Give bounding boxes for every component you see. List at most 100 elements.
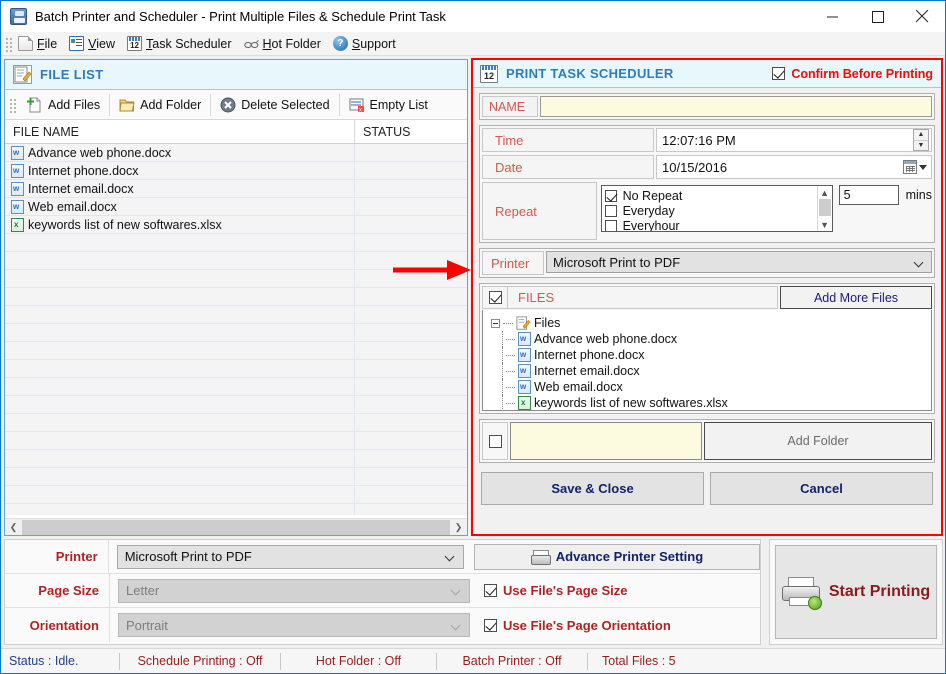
help-icon: ?	[333, 36, 348, 51]
repeat-option-no-repeat[interactable]: No Repeat	[605, 188, 817, 203]
cancel-button[interactable]: Cancel	[710, 472, 933, 505]
column-header-file-name[interactable]: FILE NAME	[5, 120, 355, 143]
file-icon	[18, 36, 33, 51]
file-toolbar-grip[interactable]	[8, 97, 16, 113]
files-tree-item[interactable]: keywords list of new softwares.xlsx	[491, 395, 931, 411]
files-section-checkbox-wrap[interactable]	[482, 286, 508, 309]
folder-section-checkbox[interactable]	[489, 435, 502, 448]
start-printing-button[interactable]: Start Printing	[775, 545, 937, 639]
add-files-button[interactable]: Add Files	[18, 91, 109, 119]
repeat-options-list[interactable]: No Repeat Everyday Everyhour	[601, 185, 833, 232]
confirm-checkbox-box[interactable]	[772, 67, 785, 80]
add-folder-button[interactable]: Add Folder	[704, 422, 932, 460]
minimize-icon[interactable]	[810, 1, 855, 32]
scroll-right-icon[interactable]: ❯	[450, 519, 467, 536]
spinner-up-icon[interactable]: ▲	[914, 130, 928, 141]
repeat-option-everyday[interactable]: Everyday	[605, 203, 817, 218]
date-field[interactable]: 10/15/2016	[656, 155, 932, 179]
time-field[interactable]: 12:07:16 PM ▲ ▼	[656, 128, 932, 152]
repeat-interval-input[interactable]: 5	[839, 185, 899, 205]
settings-page-size-select[interactable]: Letter	[118, 579, 470, 603]
menu-item-task-scheduler[interactable]: 12 Task Scheduler	[123, 33, 239, 55]
table-row[interactable]: Advance web phone.docx	[5, 144, 467, 162]
use-file-page-size-box[interactable]	[484, 584, 497, 597]
save-and-close-button[interactable]: Save & Close	[481, 472, 704, 505]
repeat-row: Repeat No Repeat Everyday	[482, 182, 932, 240]
files-tree-item[interactable]: Web email.docx	[491, 379, 931, 395]
table-row[interactable]: keywords list of new softwares.xlsx	[5, 216, 467, 234]
calendar-picker-icon	[903, 160, 917, 174]
row-file-name-cell: Internet email.docx	[5, 180, 355, 198]
empty-list-button[interactable]: x Empty List	[340, 91, 437, 119]
files-tree-item[interactable]: Internet email.docx	[491, 363, 931, 379]
add-file-icon	[27, 97, 43, 113]
scroll-down-icon[interactable]: ▼	[818, 218, 832, 231]
settings-orientation-select[interactable]: Portrait	[118, 613, 470, 637]
use-file-page-orientation-box[interactable]	[484, 619, 497, 632]
bottom-settings-area: Printer Microsoft Print to PDF Advance P…	[4, 539, 943, 647]
use-file-page-size-checkbox[interactable]: Use File's Page Size	[484, 583, 627, 598]
files-tree-item[interactable]: Internet phone.docx	[491, 347, 931, 363]
files-section-checkbox[interactable]	[489, 291, 502, 304]
menu-item-file[interactable]: File	[14, 33, 65, 55]
date-picker-button[interactable]	[903, 160, 927, 174]
time-spinner[interactable]: ▲ ▼	[913, 129, 929, 151]
table-row-empty	[5, 288, 467, 306]
menu-item-hot-folder[interactable]: Hot Folder	[240, 33, 329, 55]
files-tree-item-label: keywords list of new softwares.xlsx	[534, 396, 728, 410]
scheduler-body: NAME Time 12:07:16 PM ▲ ▼	[473, 88, 941, 505]
row-file-name: Web email.docx	[28, 200, 117, 214]
folder-section-checkbox-wrap[interactable]	[482, 422, 508, 460]
settings-printer-row: Printer Microsoft Print to PDF Advance P…	[5, 540, 760, 574]
window-controls	[810, 1, 945, 32]
repeat-everyday-checkbox[interactable]	[605, 205, 617, 217]
file-list-title: FILE LIST	[40, 67, 104, 82]
repeat-everyday-label: Everyday	[623, 204, 675, 218]
table-row[interactable]: Internet phone.docx	[5, 162, 467, 180]
column-header-status[interactable]: STATUS	[355, 120, 467, 143]
folder-path-input[interactable]	[510, 422, 702, 460]
settings-printer-select[interactable]: Microsoft Print to PDF	[117, 545, 464, 569]
horizontal-scrollbar[interactable]: ❮ ❯	[5, 518, 467, 535]
menu-item-hot-folder-label: Hot Folder	[263, 37, 321, 51]
start-printing-label: Start Printing	[829, 583, 930, 601]
chevron-down-icon	[915, 258, 924, 267]
toolbar-grip[interactable]	[4, 36, 12, 52]
files-tree-item[interactable]: Advance web phone.docx	[491, 331, 931, 347]
scheduler-printer-select[interactable]: Microsoft Print to PDF	[546, 251, 932, 273]
table-row[interactable]: Web email.docx	[5, 198, 467, 216]
menu-item-support[interactable]: ? Support	[329, 33, 404, 55]
row-status-cell	[355, 144, 467, 162]
add-more-files-button[interactable]: Add More Files	[780, 286, 932, 309]
repeat-option-everyhour[interactable]: Everyhour	[605, 218, 817, 232]
delete-selected-button[interactable]: Delete Selected	[211, 91, 338, 119]
menu-item-view[interactable]: View	[65, 33, 123, 55]
settings-page-size-label: Page Size	[5, 583, 109, 598]
confirm-before-printing-checkbox[interactable]: Confirm Before Printing	[772, 67, 933, 81]
repeat-everyhour-checkbox[interactable]	[605, 220, 617, 232]
file-list-header: FILE LIST	[5, 60, 467, 90]
repeat-no-repeat-checkbox[interactable]	[605, 190, 617, 202]
excel-doc-icon	[518, 396, 531, 410]
task-name-input[interactable]	[540, 96, 932, 117]
scroll-up-icon[interactable]: ▲	[818, 186, 832, 199]
use-file-page-orientation-checkbox[interactable]: Use File's Page Orientation	[484, 618, 671, 633]
settings-orientation-value: Portrait	[126, 618, 168, 633]
scrollbar-thumb[interactable]	[819, 199, 831, 216]
advance-printer-setting-button[interactable]: Advance Printer Setting	[474, 544, 760, 570]
files-tree-root[interactable]: Files	[491, 315, 931, 331]
repeat-list-scrollbar[interactable]: ▲ ▼	[817, 186, 832, 231]
table-row[interactable]: Internet email.docx	[5, 180, 467, 198]
repeat-options-items: No Repeat Everyday Everyhour	[602, 186, 817, 231]
files-tree-item-label: Web email.docx	[534, 380, 623, 394]
add-folder-button[interactable]: Add Folder	[110, 91, 210, 119]
maximize-icon[interactable]	[855, 1, 900, 32]
files-tree-item-label: Advance web phone.docx	[534, 332, 677, 346]
close-icon[interactable]	[900, 1, 945, 32]
scrollbar-thumb[interactable]	[22, 520, 450, 535]
spinner-down-icon[interactable]: ▼	[914, 141, 928, 151]
scroll-left-icon[interactable]: ❮	[5, 519, 22, 536]
collapse-expander-icon[interactable]	[491, 319, 500, 328]
add-folder-icon	[119, 97, 135, 113]
task-name-row: NAME	[479, 93, 935, 120]
